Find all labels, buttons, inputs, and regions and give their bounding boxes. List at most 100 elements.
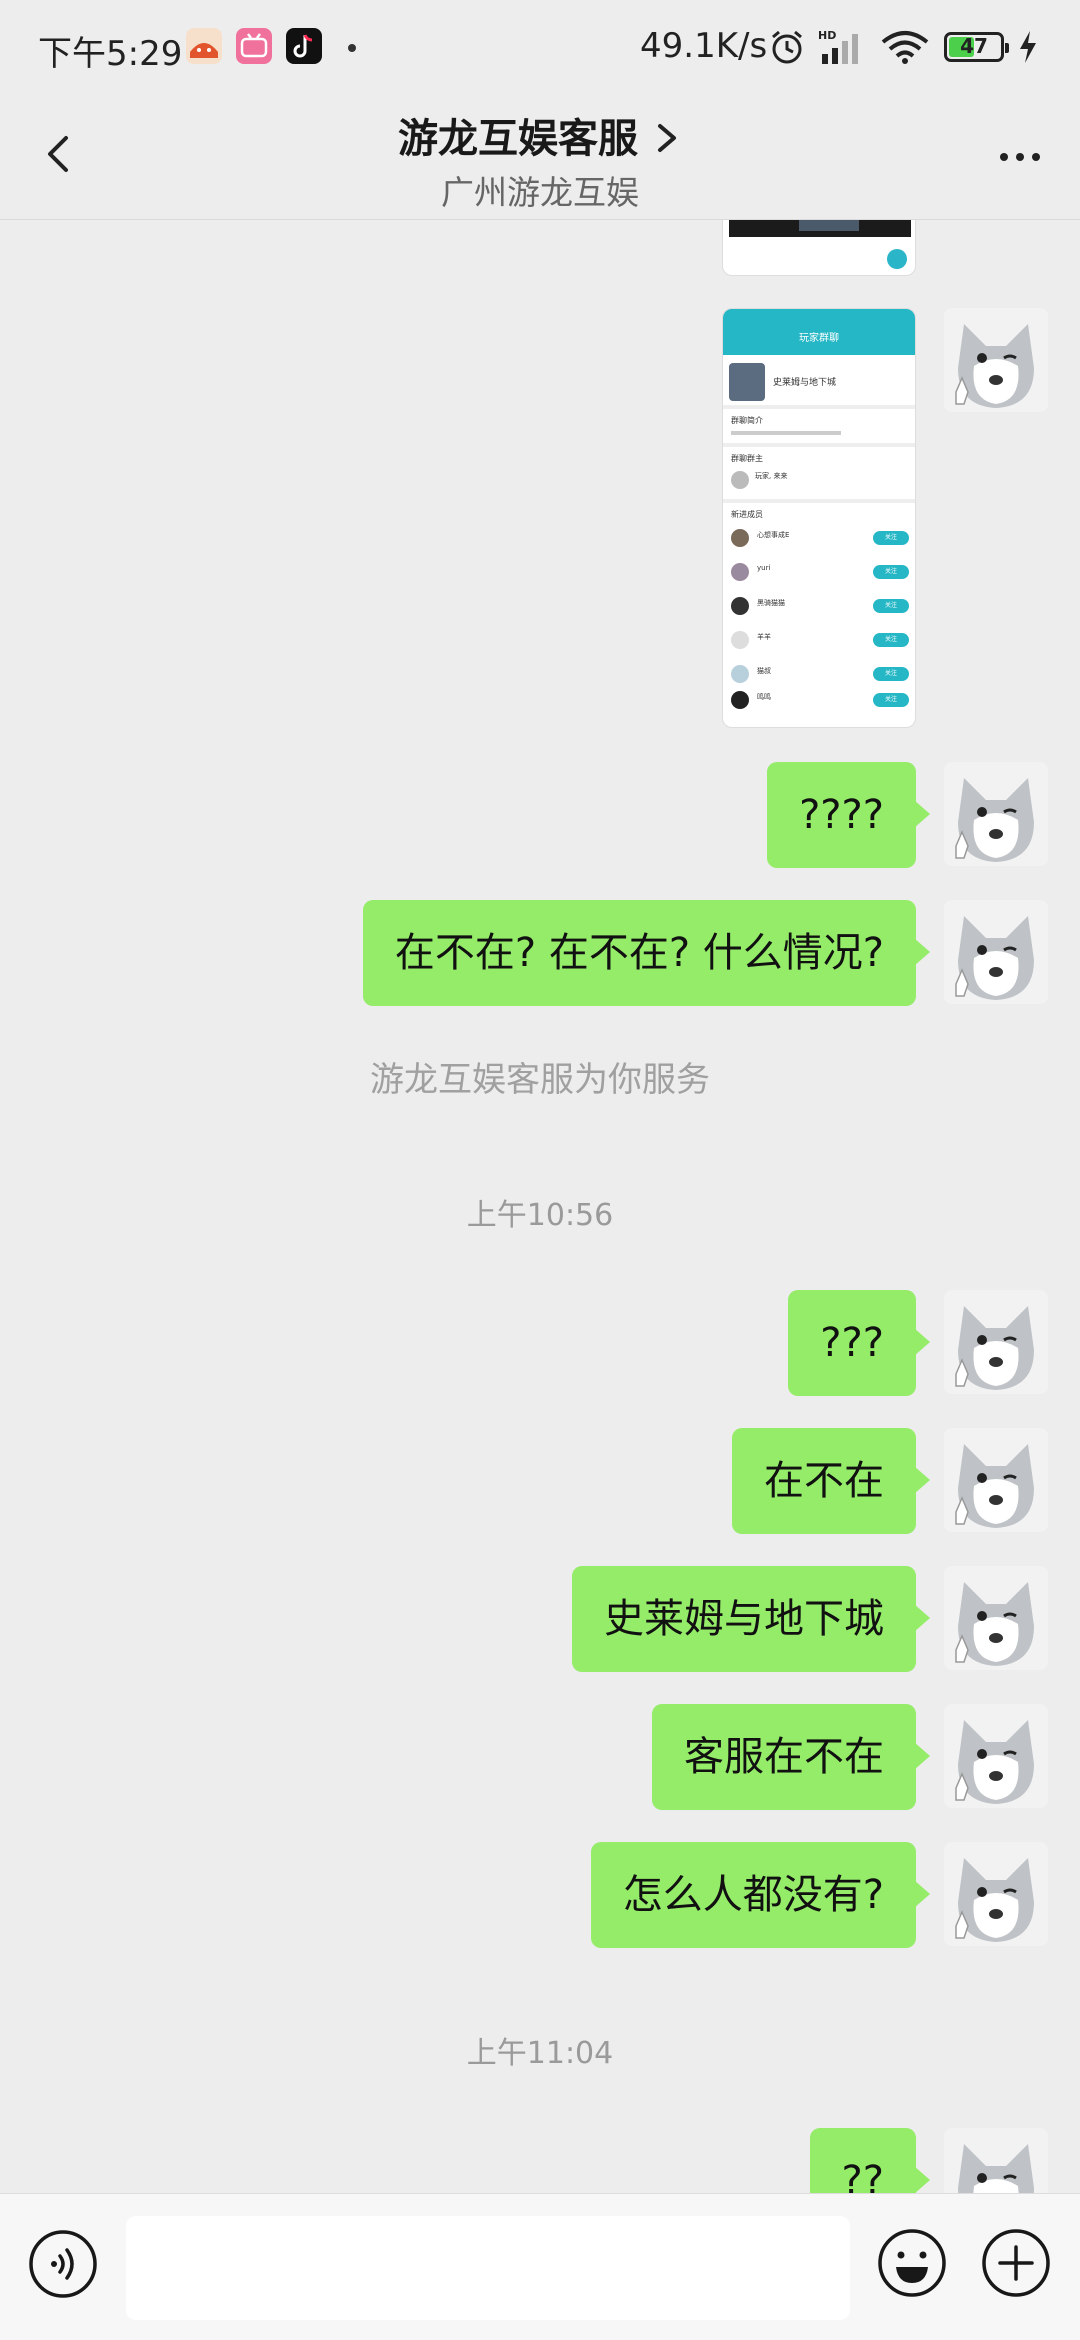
thumb-members-section: 新进成员 心想事成E 关注 yuri 关注 黑骑猫猫 关注 羊羊 关注 猫叔 关… bbox=[723, 503, 915, 709]
more-dots-icon bbox=[1000, 153, 1040, 161]
avatar[interactable] bbox=[944, 1428, 1048, 1532]
message-bubble[interactable]: 史莱姆与地下城 bbox=[572, 1566, 930, 1672]
thumb-header-bar: 玩家群聊 bbox=[723, 309, 915, 355]
thumb-member-name: yuri bbox=[757, 564, 771, 572]
chat-title-area[interactable]: 游龙互娱客服 bbox=[0, 106, 1080, 164]
chat-title[interactable]: 游龙互娱客服 bbox=[398, 106, 638, 164]
message-bubble[interactable]: ???? bbox=[767, 762, 930, 868]
avatar[interactable] bbox=[944, 1566, 1048, 1670]
battery-cap bbox=[1005, 43, 1009, 53]
thumb-member-name: 猫叔 bbox=[757, 667, 771, 675]
more-options-button[interactable] bbox=[990, 132, 1050, 182]
thumb-member-row: yuri 关注 bbox=[731, 561, 909, 585]
thumb-game-row: 史莱姆与地下城 bbox=[723, 355, 915, 409]
thumb-dot bbox=[887, 249, 907, 269]
notification-app-icon bbox=[186, 28, 222, 64]
more-notifications-dot bbox=[348, 44, 356, 52]
emoji-icon bbox=[878, 2229, 946, 2297]
chat-subtitle: 广州游龙互娱 bbox=[441, 173, 639, 212]
system-message: 游龙互娱客服为你服务 bbox=[370, 1060, 710, 1100]
thumb-intro-section: 群聊简介 bbox=[723, 409, 915, 447]
bilibili-icon bbox=[236, 28, 272, 64]
status-time: 下午5:29 bbox=[38, 34, 183, 74]
status-bar: 下午5:29 49.1K/s HD 47 bbox=[0, 0, 1080, 96]
voice-input-button[interactable] bbox=[28, 2229, 98, 2299]
image-message[interactable]: 玩家群聊 史莱姆与地下城 群聊简介 群聊群主 玩家, 来来 新进成员 心想事成E… bbox=[722, 308, 916, 728]
avatar[interactable] bbox=[944, 1842, 1048, 1946]
thumb-member-avatar bbox=[731, 563, 749, 581]
thumb-join-button: 关注 bbox=[873, 693, 909, 707]
avatar[interactable] bbox=[944, 2128, 1048, 2193]
thumb-host-label: 群聊群主 bbox=[731, 454, 763, 463]
avatar[interactable] bbox=[944, 762, 1048, 866]
thumb-intro-line bbox=[731, 431, 841, 435]
network-speed: 49.1K/s bbox=[640, 26, 768, 66]
husky-avatar-icon bbox=[944, 2128, 1048, 2193]
thumb-member-name: 心想事成E bbox=[757, 531, 790, 539]
husky-avatar-icon bbox=[944, 1704, 1048, 1808]
thumb-host-name: 玩家, 来来 bbox=[755, 472, 788, 480]
alarm-icon bbox=[768, 28, 806, 70]
thumb-member-avatar bbox=[731, 665, 749, 683]
image-message[interactable] bbox=[722, 220, 916, 276]
thumb-host-section: 群聊群主 玩家, 来来 bbox=[723, 447, 915, 503]
thumb-member-row: 鸣鸣 关注 bbox=[731, 689, 909, 713]
message-bubble[interactable]: ?? bbox=[809, 2128, 931, 2193]
charging-icon bbox=[1016, 28, 1040, 70]
plus-icon bbox=[982, 2229, 1050, 2297]
thumb-member-name: 羊羊 bbox=[757, 633, 771, 641]
image-thumb-content bbox=[729, 220, 911, 237]
husky-avatar-icon bbox=[944, 762, 1048, 866]
thumb-member-row: 猫叔 关注 bbox=[731, 663, 909, 687]
avatar[interactable] bbox=[944, 1290, 1048, 1394]
hd-label: HD bbox=[818, 29, 836, 42]
husky-avatar-icon bbox=[944, 1428, 1048, 1532]
message-bubble[interactable]: 在不在? 在不在? 什么情况? bbox=[362, 900, 931, 1006]
husky-avatar-icon bbox=[944, 1842, 1048, 1946]
thumb-header-title: 玩家群聊 bbox=[799, 333, 839, 344]
thumb-join-button: 关注 bbox=[873, 667, 909, 681]
signal-icon: HD bbox=[818, 28, 868, 70]
avatar[interactable] bbox=[944, 900, 1048, 1004]
thumb-game-icon bbox=[729, 363, 765, 401]
message-bubble[interactable]: 怎么人都没有? bbox=[590, 1842, 931, 1948]
message-bubble[interactable]: 在不在 bbox=[732, 1428, 930, 1534]
chevron-right-icon bbox=[658, 124, 676, 152]
voice-icon bbox=[29, 2230, 97, 2298]
message-bubble[interactable]: 客服在不在 bbox=[652, 1704, 930, 1810]
battery-level: 47 bbox=[960, 34, 988, 58]
thumb-join-button: 关注 bbox=[873, 531, 909, 545]
thumb-game-name: 史莱姆与地下城 bbox=[773, 378, 837, 388]
message-list[interactable]: 玩家群聊 史莱姆与地下城 群聊简介 群聊群主 玩家, 来来 新进成员 心想事成E… bbox=[0, 220, 1080, 2193]
thumb-new-label: 新进成员 bbox=[731, 510, 763, 519]
thumb-member-name: 黑骑猫猫 bbox=[757, 599, 785, 607]
message-input[interactable] bbox=[126, 2216, 850, 2320]
husky-avatar-icon bbox=[944, 1290, 1048, 1394]
thumb-host-avatar bbox=[731, 471, 749, 489]
thumb-join-button: 关注 bbox=[873, 599, 909, 613]
avatar[interactable] bbox=[944, 308, 1048, 412]
thumb-member-avatar bbox=[731, 691, 749, 709]
message-timestamp: 上午10:56 bbox=[466, 1198, 614, 1233]
chat-header: 游龙互娱客服 广州游龙互娱 bbox=[0, 96, 1080, 220]
thumb-footer bbox=[723, 245, 915, 275]
tiktok-icon bbox=[286, 28, 322, 64]
message-timestamp: 上午11:04 bbox=[466, 2036, 614, 2071]
message-bubble[interactable]: ??? bbox=[788, 1290, 930, 1396]
thumb-member-avatar bbox=[731, 529, 749, 547]
thumb-join-button: 关注 bbox=[873, 633, 909, 647]
emoji-button[interactable] bbox=[876, 2227, 948, 2299]
thumb-member-row: 心想事成E 关注 bbox=[731, 527, 909, 551]
thumb-member-row: 羊羊 关注 bbox=[731, 629, 909, 653]
thumb-member-avatar bbox=[731, 597, 749, 615]
thumb-member-name: 鸣鸣 bbox=[757, 693, 771, 701]
thumb-join-button: 关注 bbox=[873, 565, 909, 579]
husky-avatar-icon bbox=[944, 900, 1048, 1004]
battery-icon: 47 bbox=[944, 32, 1009, 62]
husky-avatar-icon bbox=[944, 1566, 1048, 1670]
thumb-block bbox=[799, 220, 859, 231]
avatar[interactable] bbox=[944, 1704, 1048, 1808]
more-actions-button[interactable] bbox=[980, 2227, 1052, 2299]
thumb-member-row: 黑骑猫猫 关注 bbox=[731, 595, 909, 619]
husky-avatar-icon bbox=[944, 308, 1048, 412]
